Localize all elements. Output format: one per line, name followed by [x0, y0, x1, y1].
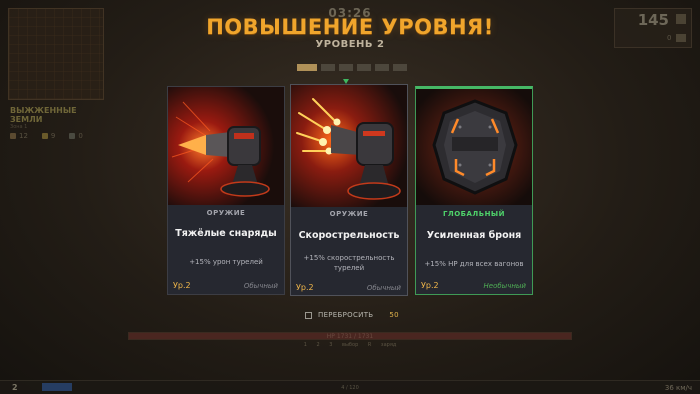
upgrade-progress-pips	[297, 64, 407, 71]
card-rarity: Обычный	[243, 282, 278, 290]
card-category: ОРУЖИЕ	[206, 209, 246, 217]
resource-icon	[10, 133, 16, 139]
card-title: Тяжёлые снаряды	[175, 228, 277, 239]
reroll-checkbox-icon	[305, 311, 312, 319]
hotkey-label: 2	[316, 342, 320, 348]
card-category: ГЛОБАЛЬНЫЙ	[442, 210, 506, 218]
card-description: +15% HP для всех вагонов	[424, 260, 524, 268]
armor-plate-icon	[416, 89, 532, 205]
upgrade-card-fire-rate[interactable]: ОРУЖИЕ Скорострельность +15% скорострель…	[290, 84, 408, 296]
card-title: Скорострельность	[298, 230, 400, 241]
train-hp-text: HP 1731 / 1731	[326, 333, 374, 340]
hotkey-label: заряд	[380, 342, 397, 348]
card-level: Ур.2	[296, 283, 314, 292]
level-up-subtitle: УРОВЕНЬ 2	[315, 39, 385, 50]
hotkey-label: 3	[329, 342, 333, 348]
upgrade-card-reinforced-armor[interactable]: ГЛОБАЛЬНЫЙ Усиленная броня +15% HP для в…	[415, 86, 533, 295]
resource-counter: 9	[41, 132, 55, 140]
card-description: +15% скорострельность турелей	[303, 254, 395, 272]
hotkey-label: выбор	[342, 342, 359, 348]
pip	[393, 64, 407, 71]
card-rarity: Необычный	[483, 282, 527, 290]
hotkey-label: 1	[303, 342, 307, 348]
pip	[297, 64, 317, 71]
heavy-shell-turret-icon	[168, 87, 284, 205]
card-level: Ур.2	[421, 281, 439, 290]
card-description: +15% урон турелей	[189, 258, 263, 266]
ability-hotkeys: 1 2 3 выбор R заряд	[0, 342, 700, 348]
pip	[357, 64, 371, 71]
zone-subtitle: Зона 1	[10, 124, 28, 130]
xp-text: 4 / 120	[341, 385, 359, 391]
speed-readout: 36 км/ч	[664, 384, 692, 392]
hotkey-label: R	[367, 342, 372, 348]
card-category: ОРУЖИЕ	[329, 210, 369, 218]
reroll-label: ПЕРЕБРОСИТЬ	[318, 311, 374, 319]
rapid-fire-turret-icon	[291, 85, 407, 207]
level-up-title: ПОВЫШЕНИЕ УРОВНЯ!	[206, 15, 494, 39]
pip	[375, 64, 389, 71]
resource-icon	[41, 133, 48, 139]
pip	[321, 64, 335, 71]
reroll-cost: 50	[389, 311, 399, 319]
pip	[339, 64, 353, 71]
resource-icon	[69, 133, 76, 139]
reroll-button[interactable]: ПЕРЕБРОСИТЬ 50	[305, 311, 399, 319]
card-level: Ур.2	[173, 281, 191, 290]
resource-counters: 12 9 0	[10, 132, 83, 140]
zone-name: ВЫЖЖЕННЫЕ ЗЕМЛИ	[10, 106, 77, 124]
game-screen: 03:26 ВЫЖЖЕННЫЕ ЗЕМЛИ Зона 1 12 9 0 145 …	[0, 0, 700, 394]
upgrade-card-heavy-shells[interactable]: ОРУЖИЕ Тяжёлые снаряды +15% урон турелей…	[167, 86, 285, 295]
card-title: Усиленная броня	[426, 230, 522, 241]
resource-counter: 12	[10, 132, 28, 140]
bottom-status-bar: 2 4 / 120 36 км/ч	[0, 380, 700, 394]
card-rarity: Обычный	[366, 284, 401, 292]
resource-counter: 0	[69, 132, 83, 140]
